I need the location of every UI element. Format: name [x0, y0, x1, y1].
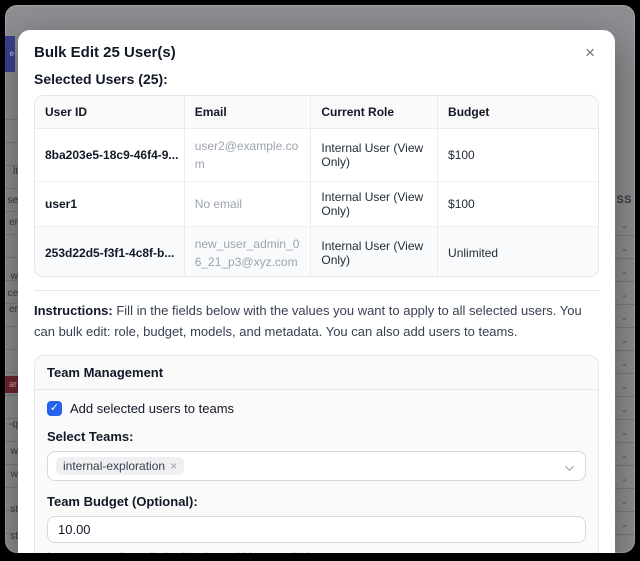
section-divider	[34, 290, 599, 291]
teams-multiselect[interactable]: internal-exploration ×	[47, 451, 586, 481]
backdrop-text-fragment: se	[5, 195, 18, 207]
backdrop-text-fragment: er	[5, 304, 18, 316]
backdrop-text-fragment: w	[5, 469, 18, 481]
column-header-user-id: User ID	[35, 96, 184, 129]
chevron-down-icon	[564, 461, 575, 479]
backdrop-text-fragment: st	[5, 531, 18, 543]
backdrop-text-fragment: er	[5, 217, 18, 229]
app-window: e ar lt se er w ce er -q w w st st SS - …	[5, 5, 635, 553]
close-icon[interactable]: ×	[581, 42, 599, 63]
checkbox-label: Add selected users to teams	[70, 401, 234, 416]
table-row: user1 No email Internal User (View Only)…	[35, 182, 598, 227]
backdrop-text-fragment: lt	[5, 166, 18, 178]
column-header-current-role: Current Role	[311, 96, 438, 129]
table-row: 8ba203e5-18c9-46f4-9... user2@example.co…	[35, 129, 598, 182]
budget-helper-text: Leave empty for unlimited budget within …	[47, 550, 586, 553]
table-header-row: User ID Email Current Role Budget	[35, 96, 598, 129]
team-budget-input[interactable]	[47, 516, 586, 543]
backdrop-text-fragment: -q	[5, 419, 18, 431]
instructions-text: Instructions: Fill in the fields below w…	[34, 301, 599, 343]
backdrop-cell-dashes: - - - - - - - - - - - - - -	[622, 216, 626, 538]
table-row: 253d22d5-f3f1-4c8f-b... new_user_admin_0…	[35, 227, 598, 278]
user-id-cell: user1	[35, 182, 184, 227]
email-cell: No email	[184, 182, 311, 227]
team-management-title: Team Management	[35, 356, 598, 390]
remove-tag-icon[interactable]: ×	[170, 459, 177, 473]
bulk-edit-modal: Bulk Edit 25 User(s) × Selected Users (2…	[18, 30, 615, 553]
backdrop-red-badge: ar	[5, 376, 18, 393]
backdrop-blue-element: e	[5, 36, 15, 72]
selected-team-tag: internal-exploration ×	[56, 457, 184, 475]
user-id-cell: 253d22d5-f3f1-4c8f-b...	[35, 227, 184, 278]
role-cell: Internal User (View Only)	[311, 129, 438, 182]
modal-header: Bulk Edit 25 User(s) ×	[34, 42, 599, 63]
backdrop-text-fragment: ce	[5, 288, 18, 300]
backdrop-column-header-fragment: SS	[616, 194, 632, 206]
select-teams-label: Select Teams:	[47, 429, 586, 444]
team-budget-label: Team Budget (Optional):	[47, 494, 586, 509]
column-header-email: Email	[184, 96, 311, 129]
instructions-label: Instructions:	[34, 303, 113, 318]
column-header-budget: Budget	[438, 96, 598, 129]
email-cell: user2@example.com	[184, 129, 311, 182]
budget-cell: $100	[438, 129, 598, 182]
checkbox-checked-icon[interactable]: ✓	[47, 401, 62, 416]
selected-users-label: Selected Users (25):	[34, 71, 599, 87]
selected-users-table[interactable]: User ID Email Current Role Budget 8ba203…	[34, 95, 599, 277]
email-cell: new_user_admin_06_21_p3@xyz.com	[184, 227, 311, 278]
role-cell: Internal User (View Only)	[311, 182, 438, 227]
backdrop-text-fragment: w	[5, 446, 18, 458]
team-tag-label: internal-exploration	[63, 459, 165, 473]
add-users-to-teams-checkbox-row[interactable]: ✓ Add selected users to teams	[47, 401, 586, 416]
backdrop-text-fragment: w	[5, 271, 18, 283]
budget-cell: $100	[438, 182, 598, 227]
role-cell: Internal User (View Only)	[311, 227, 438, 278]
backdrop-text-fragment: st	[5, 504, 18, 516]
modal-title: Bulk Edit 25 User(s)	[34, 42, 176, 61]
user-id-cell: 8ba203e5-18c9-46f4-9...	[35, 129, 184, 182]
budget-cell: Unlimited	[438, 227, 598, 278]
team-management-section: Team Management ✓ Add selected users to …	[34, 355, 599, 553]
